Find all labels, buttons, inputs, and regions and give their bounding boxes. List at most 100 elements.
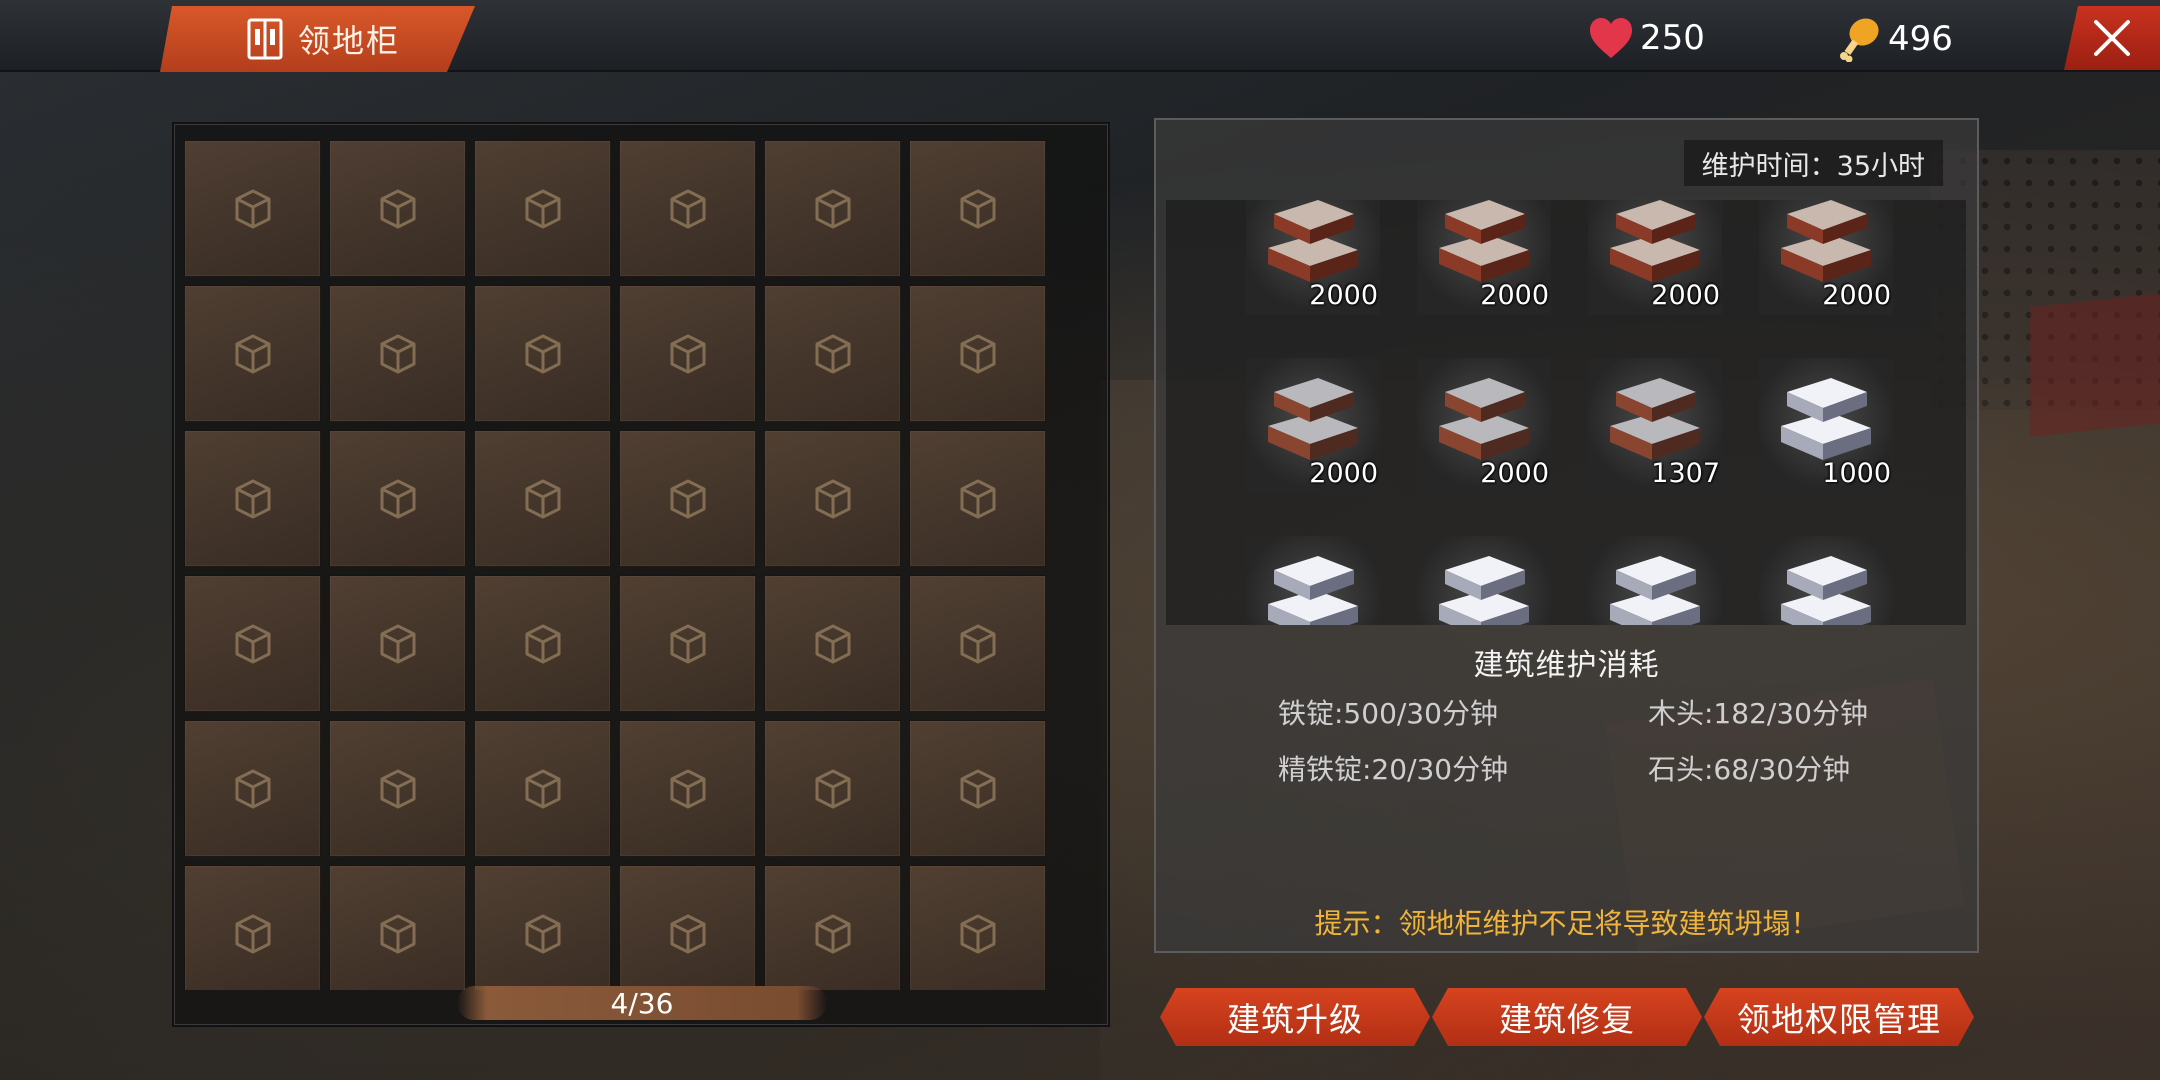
- storage-slot[interactable]: [329, 285, 466, 422]
- ingot-icon: [1610, 200, 1700, 282]
- ingot-icon: [1439, 200, 1529, 282]
- box-icon: [380, 479, 415, 518]
- close-button[interactable]: [2064, 6, 2160, 70]
- storage-slot[interactable]: [909, 720, 1046, 857]
- cabinet-icon: [246, 17, 284, 61]
- box-icon: [960, 189, 995, 228]
- box-icon: [380, 334, 415, 373]
- toolbox-background: [2030, 293, 2160, 437]
- maintenance-item-silver-ingot[interactable]: [1246, 536, 1380, 625]
- storage-slot[interactable]: [619, 430, 756, 567]
- drumstick-icon: [1840, 18, 1879, 62]
- box-icon: [525, 914, 560, 953]
- box-icon: [525, 189, 560, 228]
- box-icon: [235, 189, 270, 228]
- storage-slot[interactable]: [329, 720, 466, 857]
- maintenance-item-silver-ingot[interactable]: 1000: [1759, 358, 1893, 493]
- box-icon: [815, 769, 850, 808]
- storage-slot[interactable]: [909, 430, 1046, 567]
- storage-slot[interactable]: [474, 285, 611, 422]
- storage-slot[interactable]: [329, 430, 466, 567]
- ingot-icon: [1268, 200, 1358, 282]
- storage-slot[interactable]: [329, 575, 466, 712]
- storage-slot[interactable]: [184, 575, 321, 712]
- item-quantity: 1307: [1651, 458, 1720, 489]
- item-quantity: 2000: [1651, 280, 1720, 311]
- maintenance-item-copper-ingot[interactable]: 2000: [1588, 200, 1722, 315]
- storage-slot[interactable]: [184, 140, 321, 277]
- food-value: 496: [1888, 19, 1953, 59]
- repair-building-button[interactable]: 建筑修复: [1432, 988, 1702, 1046]
- box-icon: [525, 334, 560, 373]
- ingot-icon: [1439, 378, 1529, 460]
- storage-slot[interactable]: [764, 285, 901, 422]
- maintenance-item-silver-ingot[interactable]: [1759, 536, 1893, 625]
- storage-slot[interactable]: [184, 720, 321, 857]
- box-icon: [815, 914, 850, 953]
- storage-slot[interactable]: [909, 575, 1046, 712]
- box-icon: [380, 769, 415, 808]
- maintenance-item-iron-ingot[interactable]: 2000: [1246, 358, 1380, 493]
- maintenance-items-area[interactable]: 2000 2000 2000 2000 2000 2000 1307 1000: [1166, 200, 1966, 625]
- storage-slot[interactable]: [619, 575, 756, 712]
- storage-slot[interactable]: [764, 865, 901, 990]
- territory-permissions-button[interactable]: 领地权限管理: [1704, 988, 1974, 1046]
- box-icon: [815, 334, 850, 373]
- warning-hint: 提示：领地柜维护不足将导致建筑坍塌！: [1314, 907, 1819, 940]
- storage-slot[interactable]: [619, 865, 756, 990]
- maintenance-item-silver-ingot[interactable]: [1588, 536, 1722, 625]
- item-quantity: 1000: [1822, 458, 1891, 489]
- box-icon: [525, 479, 560, 518]
- storage-slot[interactable]: [474, 865, 611, 990]
- storage-slot[interactable]: [619, 720, 756, 857]
- box-icon: [960, 479, 995, 518]
- box-icon: [960, 624, 995, 663]
- box-icon: [815, 189, 850, 228]
- storage-slot[interactable]: [474, 720, 611, 857]
- storage-slot[interactable]: [619, 285, 756, 422]
- consumption-title: 建筑维护消耗: [1473, 648, 1660, 683]
- box-icon: [380, 189, 415, 228]
- cost-iron-ingot: 铁锭:500/30分钟: [1278, 697, 1498, 730]
- storage-slot[interactable]: [474, 140, 611, 277]
- maintenance-item-iron-ingot[interactable]: 2000: [1417, 358, 1551, 493]
- food-stat: 496: [1836, 16, 1953, 62]
- box-icon: [525, 769, 560, 808]
- box-icon: [670, 479, 705, 518]
- maintenance-item-copper-ingot[interactable]: 2000: [1759, 200, 1893, 315]
- storage-slot[interactable]: [909, 865, 1046, 990]
- heart-icon: [1590, 18, 1632, 58]
- maintenance-item-copper-ingot[interactable]: 2000: [1246, 200, 1380, 315]
- ingot-icon: [1781, 556, 1871, 625]
- cost-refined-iron: 精铁锭:20/30分钟: [1278, 753, 1509, 786]
- top-bar: 领地柜 250 496: [0, 0, 2160, 72]
- storage-slot[interactable]: [329, 865, 466, 990]
- storage-slot[interactable]: [474, 430, 611, 567]
- close-icon: [2094, 20, 2130, 56]
- storage-slot[interactable]: [909, 285, 1046, 422]
- maintenance-item-iron-ingot[interactable]: 1307: [1588, 358, 1722, 493]
- storage-slot[interactable]: [909, 140, 1046, 277]
- item-quantity: 2000: [1309, 280, 1378, 311]
- storage-grid: [184, 140, 1064, 990]
- box-icon: [235, 624, 270, 663]
- maintenance-item-copper-ingot[interactable]: 2000: [1417, 200, 1551, 315]
- storage-slot[interactable]: [184, 430, 321, 567]
- maintenance-item-silver-ingot[interactable]: [1417, 536, 1551, 625]
- cost-stone: 石头:68/30分钟: [1648, 753, 1851, 786]
- storage-slot[interactable]: [619, 140, 756, 277]
- storage-slot[interactable]: [764, 140, 901, 277]
- box-icon: [235, 914, 270, 953]
- storage-slot[interactable]: [184, 285, 321, 422]
- box-icon: [380, 624, 415, 663]
- storage-slot[interactable]: [474, 575, 611, 712]
- storage-slot[interactable]: [184, 865, 321, 990]
- storage-slot[interactable]: [764, 720, 901, 857]
- storage-slot[interactable]: [764, 430, 901, 567]
- upgrade-building-button[interactable]: 建筑升级: [1160, 988, 1430, 1046]
- storage-slot[interactable]: [764, 575, 901, 712]
- storage-slot[interactable]: [329, 140, 466, 277]
- box-icon: [960, 914, 995, 953]
- ingot-icon: [1268, 378, 1358, 460]
- maintenance-panel: 维护时间：35小时 2000 2000 2000 2000 2000 2000 1307 10…: [1154, 118, 1979, 953]
